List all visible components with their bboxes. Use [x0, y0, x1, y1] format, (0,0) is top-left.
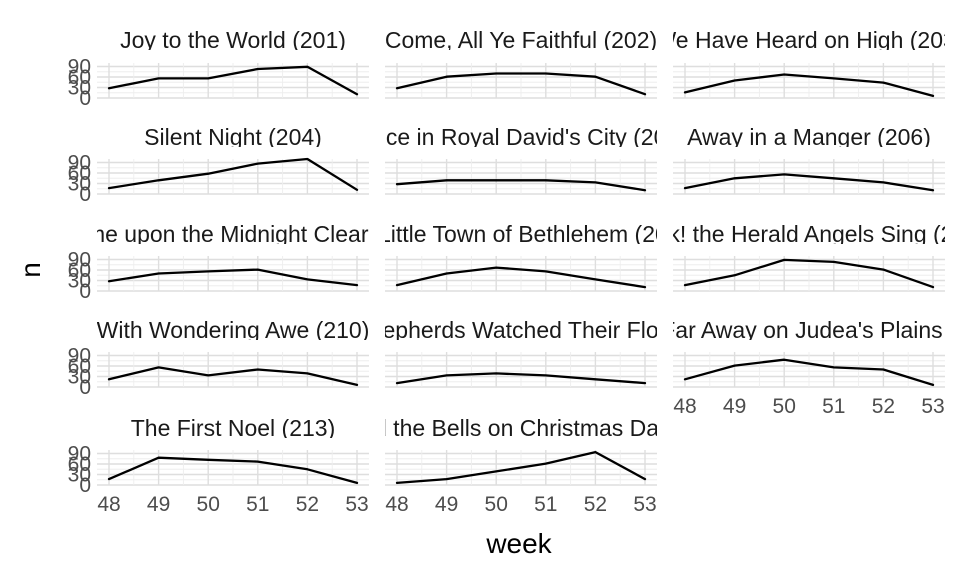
- y-tick-label: 90: [68, 152, 91, 175]
- x-tick-label: 52: [872, 395, 895, 418]
- facet-panel: Joy to the World (201)0306090: [68, 27, 369, 110]
- y-tick-label: 90: [68, 345, 91, 368]
- facet-title: Come, All Ye Faithful (202): [385, 27, 657, 53]
- facet-panel: It Came upon the Midnight Clear (207)030…: [37, 221, 428, 303]
- x-tick-label: 52: [296, 493, 319, 516]
- facet-title: Away in a Manger (206): [687, 124, 931, 150]
- facet-panel: The First Noel (213)0306090: [68, 415, 369, 497]
- faceted-line-chart: Joy to the World (201)0306090 Come, All Y…: [15, 27, 960, 559]
- facet-panel: Come, All Ye Faithful (202): [385, 27, 657, 99]
- x-tick-label: 49: [723, 395, 746, 418]
- x-tick-label: 48: [385, 493, 408, 516]
- x-tick-label: 52: [584, 493, 607, 516]
- facet-panels: Joy to the World (201)0306090 Come, All Y…: [37, 27, 960, 497]
- x-tick-label: 51: [246, 493, 269, 516]
- facet-title: We Have Heard on High (203): [655, 27, 960, 53]
- facet-panel: I Heard the Bells on Christmas Day (214): [311, 415, 730, 486]
- facet-title: Hark! the Herald Angels Sing (209): [631, 221, 960, 247]
- y-axis-title: n: [15, 262, 46, 278]
- x-axis-title: week: [485, 528, 552, 559]
- x-tick-label: 50: [773, 395, 796, 418]
- x-tick-label: 48: [97, 493, 120, 516]
- facet-title: I Heard the Bells on Christmas Day (214): [311, 415, 730, 441]
- y-tick-label: 90: [68, 249, 91, 272]
- x-tick-label: 53: [633, 493, 656, 516]
- facet-panel: Far, Far Away on Judea's Plains (212): [615, 317, 960, 388]
- x-tick-label: 50: [197, 493, 220, 516]
- facet-panel: Hark! the Herald Angels Sing (209): [631, 221, 960, 292]
- facet-title: With Wondering Awe (210): [97, 317, 370, 343]
- x-tick-label: 51: [822, 395, 845, 418]
- facet-title: The First Noel (213): [131, 415, 336, 441]
- x-tick-label: 50: [485, 493, 508, 516]
- facet-title: O Little Town of Bethlehem (208): [354, 221, 689, 247]
- y-tick-label: 90: [68, 443, 91, 466]
- facet-panel: Once in Royal David's City (205): [355, 124, 687, 195]
- facet-panel: Away in a Manger (206): [673, 124, 945, 195]
- y-tick-label: 90: [68, 56, 91, 79]
- facet-panel: Silent Night (204)0306090: [68, 124, 369, 206]
- facet-title: Joy to the World (201): [120, 27, 346, 53]
- facet-title: Once in Royal David's City (205): [355, 124, 687, 150]
- x-tick-label: 48: [673, 395, 696, 418]
- facet-panel: O Little Town of Bethlehem (208): [354, 221, 689, 292]
- x-tick-label: 49: [147, 493, 170, 516]
- x-tick-label: 53: [921, 395, 944, 418]
- facet-panel: With Wondering Awe (210)0306090: [68, 317, 370, 399]
- facet-title: Far, Far Away on Judea's Plains (212): [615, 317, 960, 343]
- x-tick-label: 49: [435, 493, 458, 516]
- x-tick-label: 51: [534, 493, 557, 516]
- facet-title: It Came upon the Midnight Clear (207): [37, 221, 428, 247]
- facet-title: Silent Night (204): [144, 124, 322, 150]
- x-tick-label: 53: [345, 493, 368, 516]
- facet-panel: We Have Heard on High (203): [655, 27, 960, 99]
